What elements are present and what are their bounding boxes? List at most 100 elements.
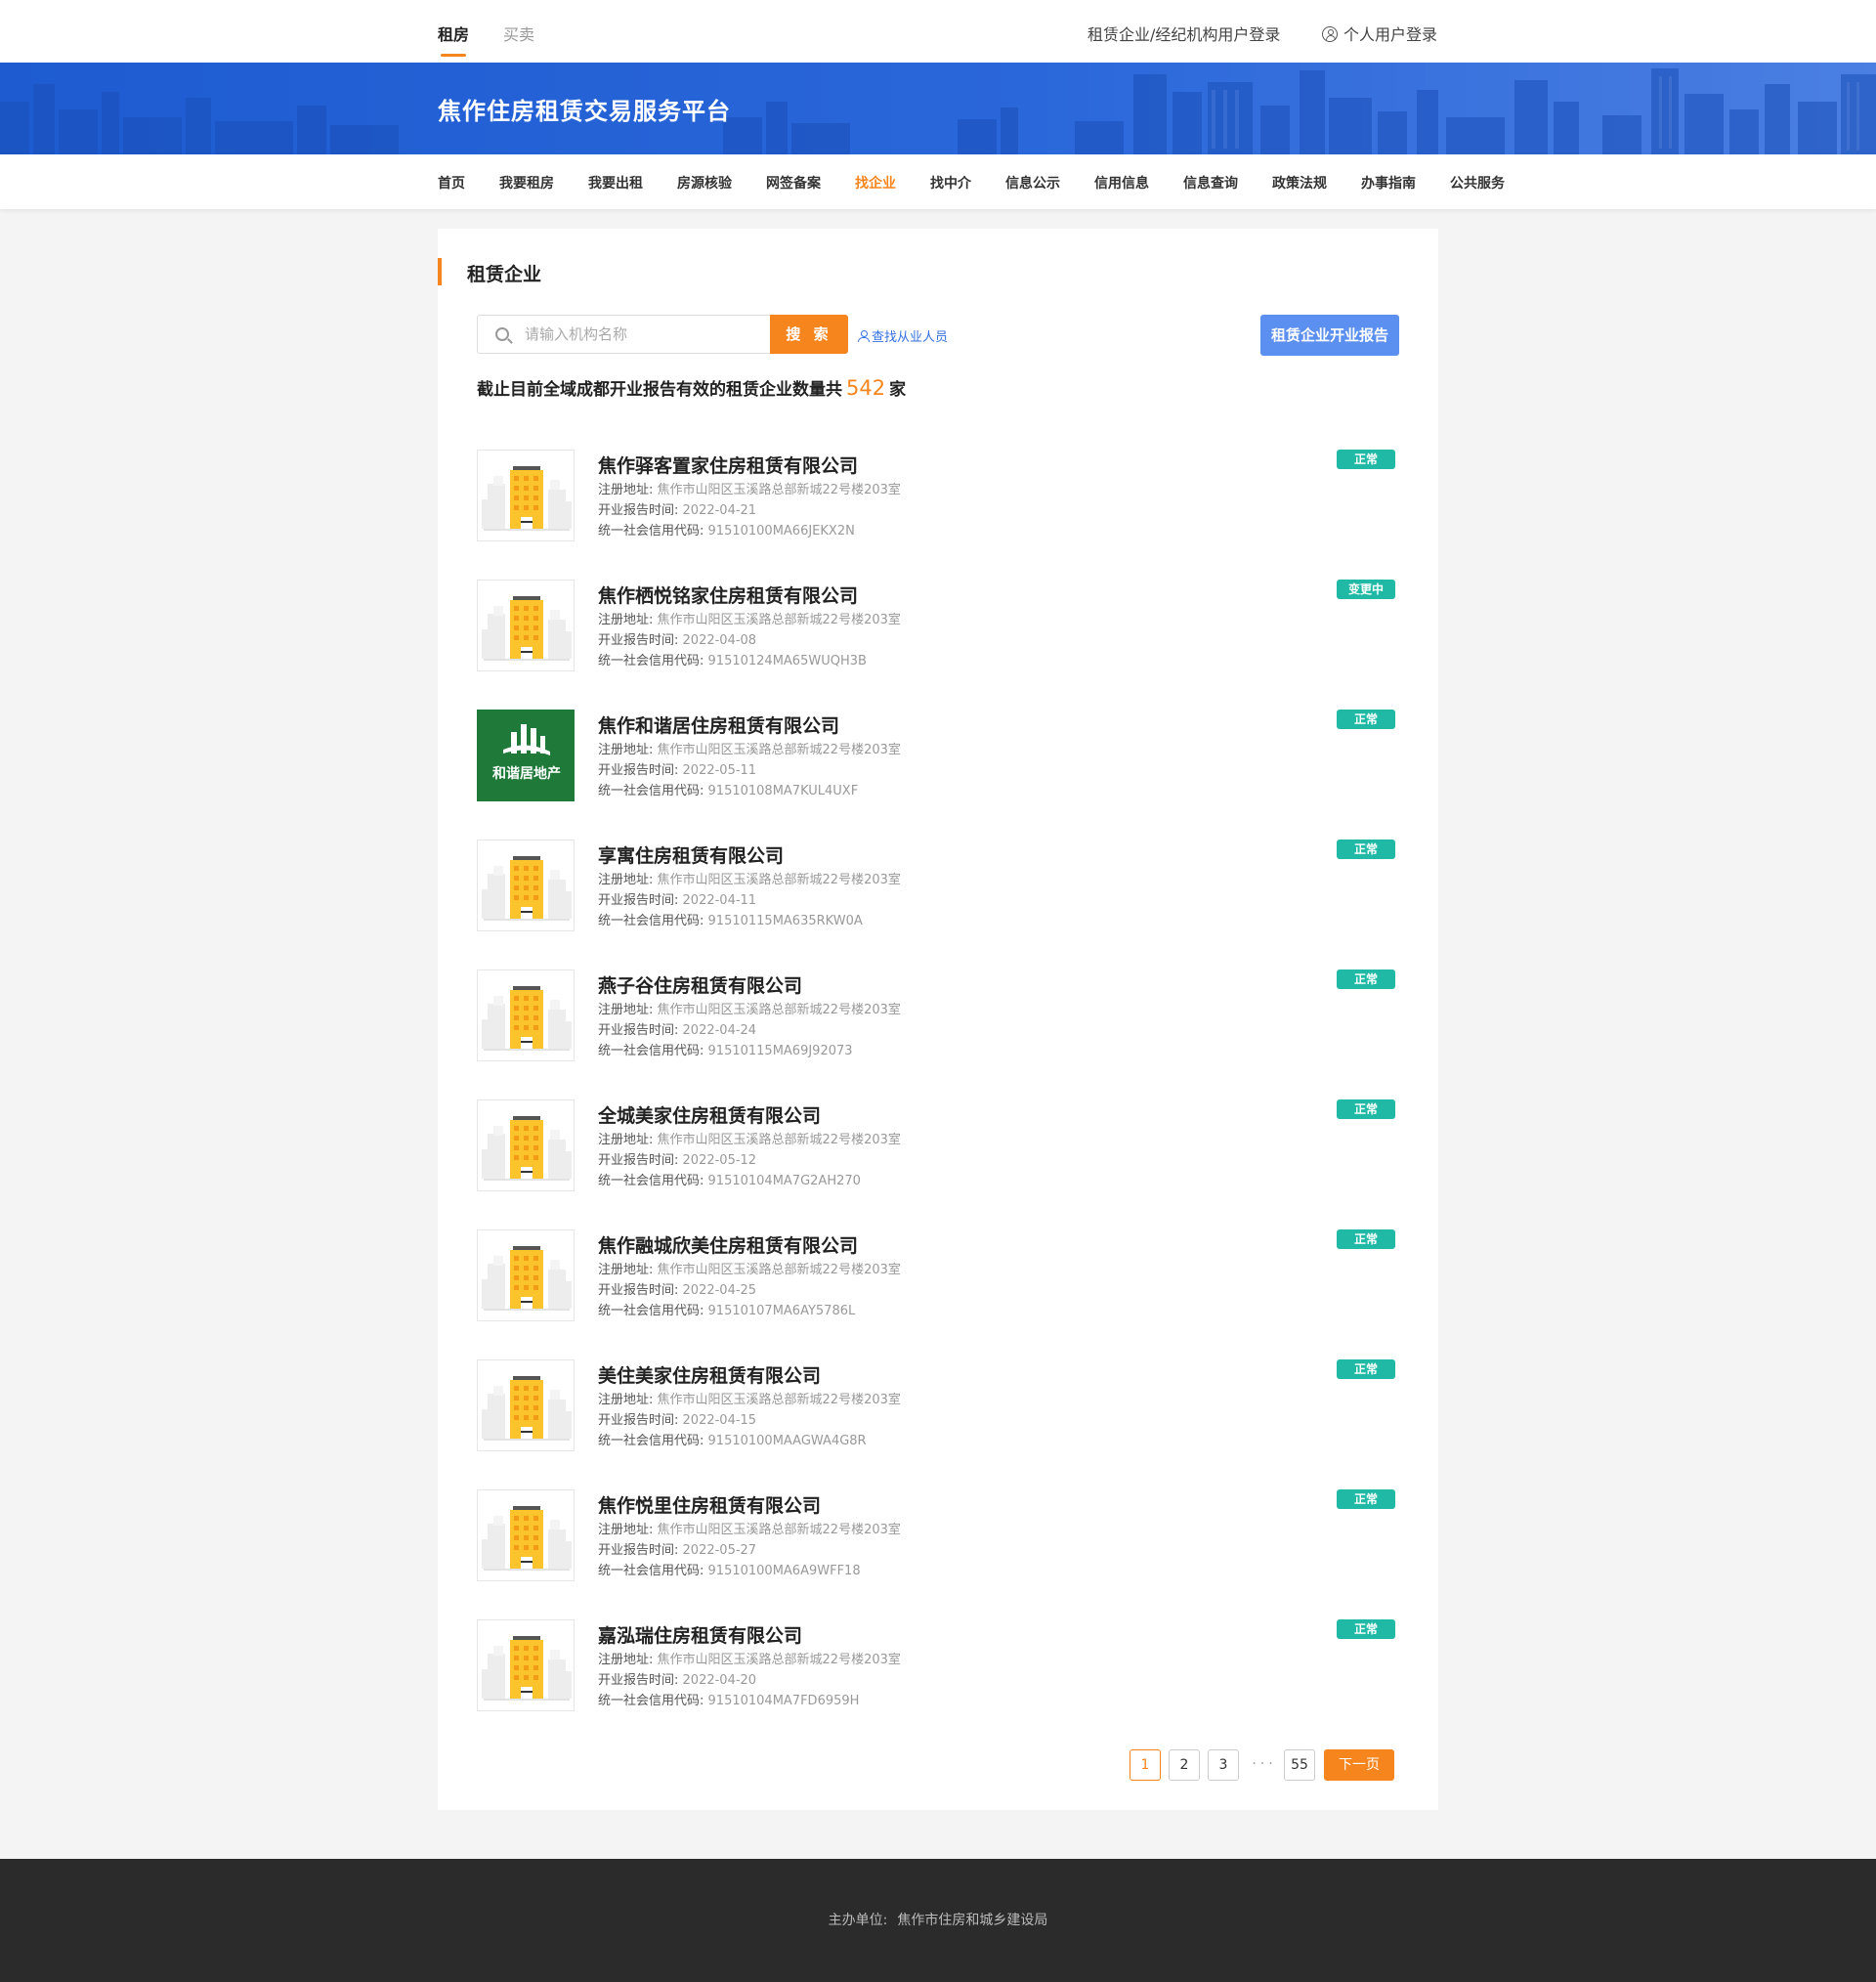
address-value: 焦作市山阳区玉溪路总部新城22号楼203室 (657, 1263, 901, 1277)
address-value: 焦作市山阳区玉溪路总部新城22号楼203室 (657, 1133, 901, 1147)
credit-code-label: 统一社会信用代码: (598, 1174, 704, 1188)
company-name[interactable]: 焦作栖悦铭家住房租赁有限公司 (598, 582, 858, 608)
top-bar: 租房 买卖 租赁企业/经纪机构用户登录 个人用户登录 (0, 0, 1876, 63)
nav-item-info-query[interactable]: 信息查询 (1183, 173, 1238, 193)
main-nav: 首页 我要租房 我要出租 房源核验 网签备案 找企业 找中介 信息公示 信用信息… (0, 154, 1876, 209)
count-prefix: 截止目前全域成都开业报告有效的租赁企业数量共 (477, 380, 842, 400)
personal-login-link[interactable]: 个人用户登录 (1322, 22, 1437, 45)
status-badge: 正常 (1337, 1489, 1395, 1509)
platform-title: 焦作住房租赁交易服务平台 (438, 98, 731, 125)
company-name[interactable]: 焦作悦里住房租赁有限公司 (598, 1491, 821, 1518)
list-item[interactable]: 和谐居地产 焦作和谐居住房租赁有限公司 注册地址: 焦作市山阳区玉溪路总部新城22号… (477, 710, 1399, 807)
company-address: 注册地址: 焦作市山阳区玉溪路总部新城22号楼203室 (598, 1259, 901, 1277)
page-2-button[interactable]: 2 (1169, 1749, 1200, 1781)
report-date-value: 2022-05-11 (682, 763, 757, 778)
address-label: 注册地址: (598, 613, 654, 627)
company-name[interactable]: 嘉泓瑞住房租赁有限公司 (598, 1621, 802, 1648)
report-date-label: 开业报告时间: (598, 1153, 679, 1168)
credit-code-value: 91510104MA7G2AH270 (707, 1174, 861, 1188)
list-item[interactable]: 焦作悦里住房租赁有限公司 注册地址: 焦作市山阳区玉溪路总部新城22号楼203室开… (477, 1489, 1399, 1587)
page-3-button[interactable]: 3 (1208, 1749, 1239, 1781)
list-item[interactable]: 焦作栖悦铭家住房租赁有限公司 注册地址: 焦作市山阳区玉溪路总部新城22号楼203… (477, 580, 1399, 677)
company-name[interactable]: 全城美家住房租赁有限公司 (598, 1101, 821, 1128)
credit-code-value: 91510100MAAGWA4G8R (707, 1434, 867, 1448)
company-login-link[interactable]: 租赁企业/经纪机构用户登录 (1087, 22, 1280, 45)
opening-report-button[interactable]: 租赁企业开业报告 (1260, 315, 1399, 356)
company-address: 注册地址: 焦作市山阳区玉溪路总部新城22号楼203室 (598, 1389, 901, 1407)
report-date-value: 2022-04-25 (682, 1283, 757, 1298)
company-report-date: 开业报告时间: 2022-05-27 (598, 1539, 756, 1558)
search-input[interactable] (525, 324, 759, 344)
company-name[interactable]: 焦作驿客置家住房租赁有限公司 (598, 452, 858, 478)
company-logo (477, 580, 575, 671)
list-item[interactable]: 燕子谷住房租赁有限公司 注册地址: 焦作市山阳区玉溪路总部新城22号楼203室 开业… (477, 969, 1399, 1067)
list-item[interactable]: 全城美家住房租赁有限公司 注册地址: 焦作市山阳区玉溪路总部新城22号楼203室开… (477, 1099, 1399, 1197)
credit-code-label: 统一社会信用代码: (598, 1434, 704, 1448)
nav-item-credit-info[interactable]: 信用信息 (1094, 173, 1149, 193)
nav-item-public-service[interactable]: 公共服务 (1450, 173, 1505, 193)
report-date-label: 开业报告时间: (598, 893, 679, 908)
report-date-label: 开业报告时间: (598, 1283, 679, 1298)
company-logo (477, 1099, 575, 1191)
status-badge: 正常 (1337, 840, 1395, 859)
credit-code-label: 统一社会信用代码: (598, 1694, 704, 1708)
nav-item-find-company[interactable]: 找企业 (855, 173, 896, 193)
report-date-value: 2022-04-24 (682, 1023, 757, 1038)
company-address: 注册地址: 焦作市山阳区玉溪路总部新城22号楼203室 (598, 1519, 901, 1537)
nav-item-find-agency[interactable]: 找中介 (930, 173, 971, 193)
company-name[interactable]: 燕子谷住房租赁有限公司 (598, 971, 802, 998)
address-label: 注册地址: (598, 1653, 654, 1667)
status-badge: 正常 (1337, 710, 1395, 729)
nav-item-info-publicity[interactable]: 信息公示 (1005, 173, 1060, 193)
company-logo (477, 1619, 575, 1711)
nav-item-policy[interactable]: 政策法规 (1272, 173, 1327, 193)
company-address: 注册地址: 焦作市山阳区玉溪路总部新城22号楼203室 (598, 609, 901, 627)
personal-login-label: 个人用户登录 (1343, 25, 1438, 44)
company-credit-code: 统一社会信用代码: 91510107MA6AY5786L (598, 1300, 855, 1318)
company-name[interactable]: 美住美家住房租赁有限公司 (598, 1361, 821, 1388)
footer: 主办单位: 焦作市住房和城乡建设局 (0, 1859, 1876, 1982)
footer-organizer: 主办单位: 焦作市住房和城乡建设局 (0, 1910, 1876, 1929)
page-last-button[interactable]: 55 (1284, 1749, 1315, 1781)
company-name[interactable]: 焦作和谐居住房租赁有限公司 (598, 711, 839, 738)
tab-rent[interactable]: 租房 (438, 22, 469, 57)
section-title: 租赁企业 (467, 264, 542, 285)
nav-item-listing-verify[interactable]: 房源核验 (677, 173, 732, 193)
report-date-label: 开业报告时间: (598, 763, 679, 778)
company-name[interactable]: 享寓住房租赁有限公司 (598, 841, 784, 868)
status-badge: 正常 (1337, 1619, 1395, 1639)
pagination: 1 2 3 ··· 55 下一页 (438, 1749, 1438, 1783)
tab-sale[interactable]: 买卖 (503, 22, 534, 45)
credit-code-label: 统一社会信用代码: (598, 784, 704, 798)
credit-code-value: 91510115MA635RKW0A (707, 914, 863, 928)
company-report-date: 开业报告时间: 2022-04-11 (598, 889, 756, 908)
nav-item-guide[interactable]: 办事指南 (1361, 173, 1416, 193)
company-credit-code: 统一社会信用代码: 91510115MA635RKW0A (598, 910, 863, 928)
list-item[interactable]: 焦作驿客置家住房租赁有限公司 注册地址: 焦作市山阳区玉溪路总部新城22号楼203… (477, 450, 1399, 547)
nav-item-let-out[interactable]: 我要出租 (588, 173, 643, 193)
company-logo (477, 969, 575, 1061)
nav-item-home[interactable]: 首页 (438, 173, 465, 193)
list-item[interactable]: 嘉泓瑞住房租赁有限公司 注册地址: 焦作市山阳区玉溪路总部新城22号楼203室 开业… (477, 1619, 1399, 1717)
find-staff-link[interactable]: 查找从业人员 (858, 326, 948, 345)
credit-code-label: 统一社会信用代码: (598, 524, 704, 539)
search-button[interactable]: 搜 索 (770, 315, 848, 354)
credit-code-value: 91510115MA69J92073 (707, 1044, 853, 1058)
company-name[interactable]: 焦作融城欣美住房租赁有限公司 (598, 1231, 858, 1258)
list-item[interactable]: 美住美家住房租赁有限公司 注册地址: 焦作市山阳区玉溪路总部新城22号楼203室开… (477, 1359, 1399, 1457)
address-label: 注册地址: (598, 743, 654, 757)
credit-code-value: 91510100MA6A9WFF18 (707, 1564, 861, 1578)
address-label: 注册地址: (598, 1393, 654, 1407)
next-page-button[interactable]: 下一页 (1324, 1749, 1394, 1781)
company-credit-code: 统一社会信用代码: 91510104MA7FD6959H (598, 1690, 859, 1708)
credit-code-label: 统一社会信用代码: (598, 1304, 704, 1318)
credit-code-label: 统一社会信用代码: (598, 1044, 704, 1058)
report-date-label: 开业报告时间: (598, 1673, 679, 1688)
company-report-date: 开业报告时间: 2022-04-15 (598, 1409, 756, 1428)
nav-item-contract-filing[interactable]: 网签备案 (766, 173, 821, 193)
company-logo (477, 840, 575, 931)
nav-item-rent-house[interactable]: 我要租房 (499, 173, 554, 193)
list-item[interactable]: 焦作融城欣美住房租赁有限公司 注册地址: 焦作市山阳区玉溪路总部新城22号楼203… (477, 1229, 1399, 1327)
list-item[interactable]: 享寓住房租赁有限公司 注册地址: 焦作市山阳区玉溪路总部新城22号楼203室 开业报… (477, 840, 1399, 937)
page-1-button[interactable]: 1 (1130, 1749, 1161, 1781)
